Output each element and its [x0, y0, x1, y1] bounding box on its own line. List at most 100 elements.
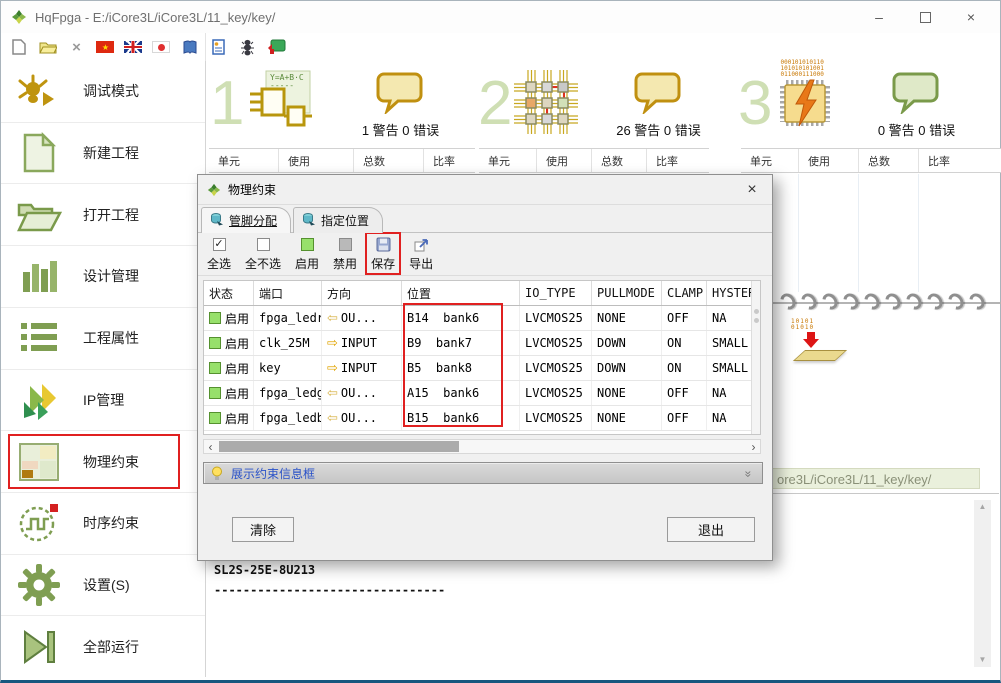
sidebar-item-settings[interactable]: 设置(S): [1, 555, 205, 617]
binding-ring: [924, 291, 945, 313]
enable-button[interactable]: 启用: [295, 237, 319, 272]
pullmode-cell: NONE: [592, 381, 662, 405]
table-horizontal-scrollbar[interactable]: ‹ ›: [203, 439, 761, 454]
disable-button[interactable]: 禁用: [333, 237, 357, 272]
sidebar-item-new-project[interactable]: 新建工程: [1, 123, 205, 185]
location-cell: B9 bank7: [402, 331, 520, 355]
scroll-down-icon[interactable]: ▼: [979, 656, 987, 664]
column-header: 使用: [537, 149, 592, 172]
scroll-right-icon[interactable]: ›: [747, 440, 760, 453]
sidebar-item-open-project[interactable]: 打开工程: [1, 184, 205, 246]
column-header: 总数: [859, 149, 919, 172]
button-label: 启用: [295, 255, 319, 272]
direction-arrow-icon: ⇦: [327, 311, 338, 326]
sidebar-item-debug-mode[interactable]: 调试模式: [1, 61, 205, 123]
toolbar-divider: [205, 33, 206, 61]
port-cell: clk_25M: [254, 331, 322, 355]
log-scrollbar[interactable]: ▲ ▼: [974, 500, 991, 667]
dialog-close-button[interactable]: ×: [740, 179, 764, 201]
table-row[interactable]: 启用fpga_ledg⇦OU...A15 bank6LVCMOS25NONEOF…: [204, 381, 760, 406]
constraint-info-bar[interactable]: 展示约束信息框 »: [203, 462, 763, 484]
disable-square-icon: [339, 238, 352, 251]
pin-icon: [210, 212, 224, 229]
maximize-button[interactable]: [902, 1, 948, 33]
table-row[interactable]: 启用fpga_ledr⇦OU...B14 bank6LVCMOS25NONEOF…: [204, 306, 760, 331]
help-book-icon[interactable]: [180, 38, 199, 57]
select-none-button[interactable]: 全不选: [245, 237, 281, 272]
bulb-icon: [211, 466, 223, 481]
sidebar-item-physical-constraints[interactable]: 物理约束: [1, 431, 205, 493]
select-all-button[interactable]: ✓ 全选: [207, 237, 231, 272]
debug-mode-icon: [15, 68, 63, 114]
binding-ring: [798, 291, 819, 313]
binding-ring: [861, 291, 882, 313]
binding-ring: [945, 291, 966, 313]
exit-button[interactable]: 退出: [667, 517, 755, 542]
enabled-square-icon: [209, 387, 221, 399]
clear-button[interactable]: 清除: [232, 517, 294, 542]
design-manage-icon: [15, 253, 63, 299]
tab-pin-assignment[interactable]: 管脚分配: [201, 207, 291, 233]
save-button[interactable]: 保存: [371, 237, 395, 272]
language-english-icon[interactable]: [124, 41, 142, 53]
table-row[interactable]: 启用key⇨INPUTB5 bank8LVCMOS25DOWNONSMALL: [204, 356, 760, 381]
open-file-icon[interactable]: [38, 38, 57, 57]
direction-arrow-icon: ⇦: [327, 411, 338, 426]
close-button[interactable]: ×: [948, 1, 994, 33]
physical-constraints-dialog: 物理约束 × 管脚分配 指定位置 ✓ 全选 全不选: [197, 174, 773, 561]
scroll-left-icon[interactable]: ‹: [204, 440, 217, 453]
step-2: 2 26 警告 0 错误: [478, 63, 716, 145]
direction-cell: ⇦OU...: [322, 306, 402, 330]
minimize-button[interactable]: –: [856, 1, 902, 33]
report-doc-icon[interactable]: [209, 38, 228, 57]
project-props-icon: [15, 315, 63, 361]
clamp-cell: ON: [662, 356, 707, 380]
enabled-square-icon: [209, 337, 221, 349]
sidebar-item-project-props[interactable]: 工程属性: [1, 308, 205, 370]
direction-arrow-icon: ⇦: [327, 386, 338, 401]
collapse-chevron-icon[interactable]: »: [742, 471, 756, 478]
sidebar-item-run-all[interactable]: 全部运行: [1, 616, 205, 677]
new-file-icon[interactable]: [9, 38, 28, 57]
column-header: 比率: [647, 149, 709, 172]
column-header: 单元: [209, 149, 279, 172]
enabled-square-icon: [209, 312, 221, 324]
info-bar-label: 展示约束信息框: [231, 465, 315, 482]
io-type-cell: LVCMOS25: [520, 381, 592, 405]
export-button[interactable]: 导出: [409, 237, 433, 272]
success-bubble-icon: [891, 70, 941, 119]
scrollbar-thumb[interactable]: [219, 441, 459, 452]
title-bar: HqFpga - E:/iCore3L/iCore3L/11_key/key/ …: [1, 1, 1000, 33]
step-status: 1 警告 0 错误: [362, 120, 439, 139]
sidebar-item-timing-constraints[interactable]: 时序约束: [1, 493, 205, 555]
direction-arrow-icon: ⇨: [327, 336, 338, 351]
clamp-cell: OFF: [662, 406, 707, 430]
sidebar-item-label: 新建工程: [83, 143, 139, 163]
column-header: 位置: [402, 281, 520, 305]
tab-label: 管脚分配: [229, 212, 277, 229]
sidebar-item-ip-manage[interactable]: IP管理: [1, 370, 205, 432]
column-header: 比率: [424, 149, 475, 172]
warning-bubble-icon: [633, 70, 683, 119]
run-all-icon: [15, 624, 63, 670]
close-project-icon[interactable]: ×: [67, 38, 86, 57]
sidebar-item-design-manage[interactable]: 设计管理: [1, 246, 205, 308]
exit-run-icon[interactable]: [267, 38, 286, 57]
column-header: 使用: [279, 149, 354, 172]
table-vertical-scrollbar[interactable]: [751, 281, 760, 434]
table-row[interactable]: 启用fpga_ledb⇦OU...B15 bank6LVCMOS25NONEOF…: [204, 406, 760, 431]
language-japanese-icon[interactable]: [152, 41, 170, 53]
button-label: 禁用: [333, 255, 357, 272]
io-type-cell: LVCMOS25: [520, 331, 592, 355]
debug-icon[interactable]: [238, 38, 257, 57]
language-chinese-icon[interactable]: ★: [96, 41, 114, 53]
tab-specify-location[interactable]: 指定位置: [293, 207, 383, 233]
app-window: HqFpga - E:/iCore3L/iCore3L/11_key/key/ …: [0, 0, 1001, 683]
pin-table-header: 状态 端口 方向 位置 IO_TYPE PULLMODE CLAMP HYSTE…: [204, 281, 760, 306]
step-number: 3: [738, 69, 772, 139]
column-header: 端口: [254, 281, 322, 305]
timing-constraints-icon: [15, 500, 63, 546]
scroll-up-icon[interactable]: ▲: [979, 503, 987, 511]
location-cell: B15 bank6: [402, 406, 520, 430]
table-row[interactable]: 启用clk_25M⇨INPUTB9 bank7LVCMOS25DOWNONSMA…: [204, 331, 760, 356]
